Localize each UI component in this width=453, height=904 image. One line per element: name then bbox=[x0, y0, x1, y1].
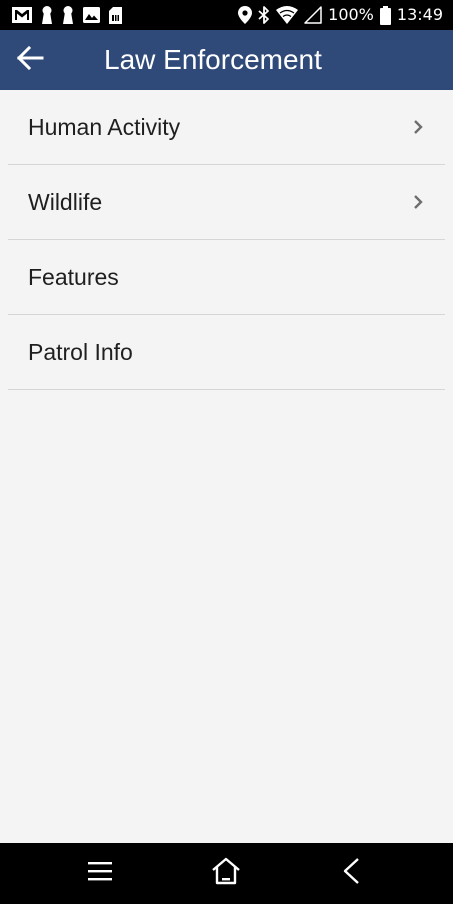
menu-item-human-activity[interactable]: Human Activity bbox=[0, 90, 453, 165]
battery-icon bbox=[379, 5, 391, 25]
bluetooth-icon bbox=[258, 6, 270, 24]
back-icon bbox=[340, 857, 362, 890]
back-arrow-icon bbox=[16, 45, 44, 75]
navigation-bar bbox=[0, 843, 453, 904]
wifi-icon bbox=[276, 6, 299, 24]
page-title: Law Enforcement bbox=[104, 44, 322, 75]
signal-icon bbox=[304, 6, 322, 24]
menu-list: Human Activity Wildlife Features Patrol … bbox=[0, 90, 453, 390]
chevron-right-icon bbox=[411, 194, 425, 210]
image-icon bbox=[83, 7, 100, 23]
sim-card-icon bbox=[109, 6, 122, 24]
menu-item-label: Patrol Info bbox=[28, 339, 133, 365]
keyhole-icon bbox=[41, 6, 53, 24]
chevron-right-icon bbox=[411, 119, 425, 135]
menu-icon bbox=[87, 860, 113, 887]
status-bar: 100% 13:49 bbox=[0, 0, 453, 30]
menu-item-patrol-info[interactable]: Patrol Info bbox=[0, 315, 453, 390]
location-pin-icon bbox=[238, 6, 253, 24]
back-button[interactable] bbox=[10, 42, 50, 78]
recent-apps-button[interactable] bbox=[80, 855, 120, 891]
battery-percentage: 100% bbox=[328, 5, 374, 24]
menu-item-label: Features bbox=[28, 264, 119, 290]
home-button[interactable] bbox=[206, 855, 246, 891]
gmail-icon bbox=[12, 7, 32, 23]
keyhole-icon bbox=[62, 6, 74, 24]
menu-item-features[interactable]: Features bbox=[0, 240, 453, 315]
menu-item-label: Wildlife bbox=[28, 189, 103, 215]
app-bar: Law Enforcement bbox=[0, 30, 453, 90]
menu-item-wildlife[interactable]: Wildlife bbox=[0, 165, 453, 240]
notification-icons bbox=[12, 6, 122, 24]
clock: 13:49 bbox=[396, 5, 443, 24]
system-status: 100% 13:49 bbox=[238, 3, 443, 27]
home-icon bbox=[211, 857, 241, 890]
menu-item-label: Human Activity bbox=[28, 114, 181, 140]
system-back-button[interactable] bbox=[331, 855, 371, 891]
